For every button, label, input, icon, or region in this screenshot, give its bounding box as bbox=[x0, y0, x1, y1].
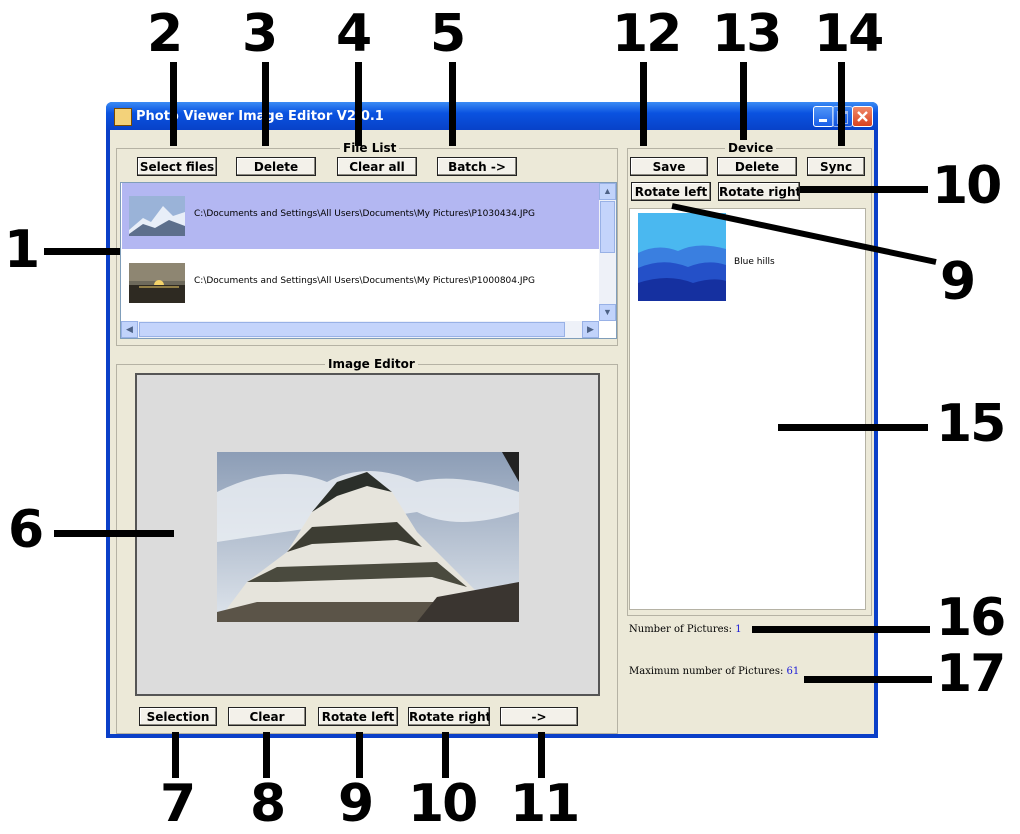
callout-15: 15 bbox=[936, 394, 1006, 454]
number-of-pictures: Number of Pictures: 1 bbox=[629, 624, 742, 635]
castle-image bbox=[217, 452, 519, 622]
callout-line-2 bbox=[170, 62, 177, 146]
minimize-icon bbox=[819, 119, 827, 122]
file-list-item[interactable]: C:\Documents and Settings\All Users\Docu… bbox=[122, 183, 600, 249]
callout-10-bottom: 10 bbox=[408, 774, 478, 834]
blue-hills-thumbnail bbox=[638, 213, 726, 301]
callout-line-10-top bbox=[800, 186, 928, 193]
sunset-thumbnail bbox=[129, 263, 185, 303]
rotate-left-device-button[interactable]: Rotate left bbox=[631, 182, 711, 201]
rotate-left-editor-button[interactable]: Rotate left bbox=[318, 707, 398, 726]
max-pictures-value: 61 bbox=[786, 666, 800, 677]
sync-button[interactable]: Sync bbox=[807, 157, 865, 176]
callout-line-12 bbox=[640, 62, 647, 146]
device-picture-name: Blue hills bbox=[734, 257, 775, 267]
callout-line-1 bbox=[44, 248, 120, 255]
callout-line-5 bbox=[449, 62, 456, 146]
callout-14: 14 bbox=[814, 4, 884, 64]
scroll-left-button[interactable]: ◀ bbox=[121, 321, 138, 338]
callout-13: 13 bbox=[712, 4, 782, 64]
vertical-scrollbar[interactable]: ▲ ▼ bbox=[599, 183, 616, 321]
callout-9-top: 9 bbox=[940, 252, 976, 312]
horizontal-scrollbar[interactable]: ◀ ▶ bbox=[121, 321, 599, 338]
file-list[interactable]: C:\Documents and Settings\All Users\Docu… bbox=[120, 182, 617, 339]
next-button[interactable]: -> bbox=[500, 707, 578, 726]
scroll-up-button[interactable]: ▲ bbox=[599, 183, 616, 200]
callout-line-9-bottom bbox=[356, 732, 363, 778]
selection-button[interactable]: Selection bbox=[139, 707, 217, 726]
close-icon bbox=[857, 111, 868, 122]
file-path: C:\Documents and Settings\All Users\Docu… bbox=[194, 209, 535, 219]
scroll-right-button[interactable]: ▶ bbox=[582, 321, 599, 338]
image-editor-title: Image Editor bbox=[325, 357, 418, 371]
callout-line-15 bbox=[778, 424, 928, 431]
callout-line-14 bbox=[838, 62, 845, 146]
app-icon bbox=[114, 108, 132, 126]
device-picture-item[interactable]: Blue hills bbox=[638, 213, 838, 305]
callout-7: 7 bbox=[160, 774, 196, 834]
callout-line-17 bbox=[804, 676, 932, 683]
callout-16: 16 bbox=[936, 588, 1006, 648]
batch-button[interactable]: Batch -> bbox=[437, 157, 517, 176]
callout-line-16 bbox=[752, 626, 930, 633]
callout-line-11 bbox=[538, 732, 545, 778]
file-path: C:\Documents and Settings\All Users\Docu… bbox=[194, 276, 535, 286]
callout-1: 1 bbox=[4, 220, 40, 280]
image-editor-canvas[interactable] bbox=[135, 373, 600, 696]
clear-button[interactable]: Clear bbox=[228, 707, 306, 726]
title-bar[interactable]: Photo Viewer Image Editor V2.0.1 bbox=[106, 102, 878, 130]
callout-line-7 bbox=[172, 732, 179, 778]
device-picture-list[interactable]: Blue hills bbox=[629, 208, 866, 610]
file-list-item[interactable]: C:\Documents and Settings\All Users\Docu… bbox=[122, 250, 600, 316]
callout-5: 5 bbox=[430, 4, 466, 64]
callout-line-13 bbox=[740, 62, 747, 140]
callout-6: 6 bbox=[8, 500, 44, 560]
minimize-button[interactable] bbox=[813, 106, 834, 127]
maximum-number-of-pictures: Maximum number of Pictures: 61 bbox=[629, 666, 799, 677]
callout-4: 4 bbox=[336, 4, 372, 64]
callout-line-4 bbox=[355, 62, 362, 146]
rotate-right-device-button[interactable]: Rotate right bbox=[718, 182, 800, 201]
callout-line-8 bbox=[263, 732, 270, 778]
callout-3: 3 bbox=[242, 4, 278, 64]
device-title: Device bbox=[725, 141, 777, 155]
callout-9-bottom: 9 bbox=[338, 774, 374, 834]
scroll-down-button[interactable]: ▼ bbox=[599, 304, 616, 321]
max-pictures-label: Maximum number of Pictures: bbox=[629, 666, 784, 677]
window-client-area: File List Select files Delete Clear all … bbox=[110, 130, 874, 734]
rotate-right-editor-button[interactable]: Rotate right bbox=[408, 707, 490, 726]
number-of-pictures-value: 1 bbox=[735, 624, 742, 635]
mountain-thumbnail bbox=[129, 196, 185, 236]
app-window: Photo Viewer Image Editor V2.0.1 File Li… bbox=[106, 102, 878, 738]
callout-line-10-bottom bbox=[442, 732, 449, 778]
callout-12: 12 bbox=[612, 4, 682, 64]
clear-all-button[interactable]: Clear all bbox=[337, 157, 417, 176]
number-of-pictures-label: Number of Pictures: bbox=[629, 624, 733, 635]
callout-10-top: 10 bbox=[932, 156, 1002, 216]
callout-2: 2 bbox=[147, 4, 183, 64]
save-button[interactable]: Save bbox=[630, 157, 708, 176]
horizontal-scroll-thumb[interactable] bbox=[139, 322, 565, 337]
delete-device-button[interactable]: Delete bbox=[717, 157, 797, 176]
callout-17: 17 bbox=[936, 644, 1006, 704]
delete-file-button[interactable]: Delete bbox=[236, 157, 316, 176]
close-button[interactable] bbox=[852, 106, 873, 127]
callout-line-6 bbox=[54, 530, 174, 537]
callout-line-3 bbox=[262, 62, 269, 146]
callout-11: 11 bbox=[510, 774, 580, 834]
file-list-title: File List bbox=[340, 141, 400, 155]
scroll-thumb[interactable] bbox=[600, 201, 615, 253]
select-files-button[interactable]: Select files bbox=[137, 157, 217, 176]
callout-8: 8 bbox=[250, 774, 286, 834]
